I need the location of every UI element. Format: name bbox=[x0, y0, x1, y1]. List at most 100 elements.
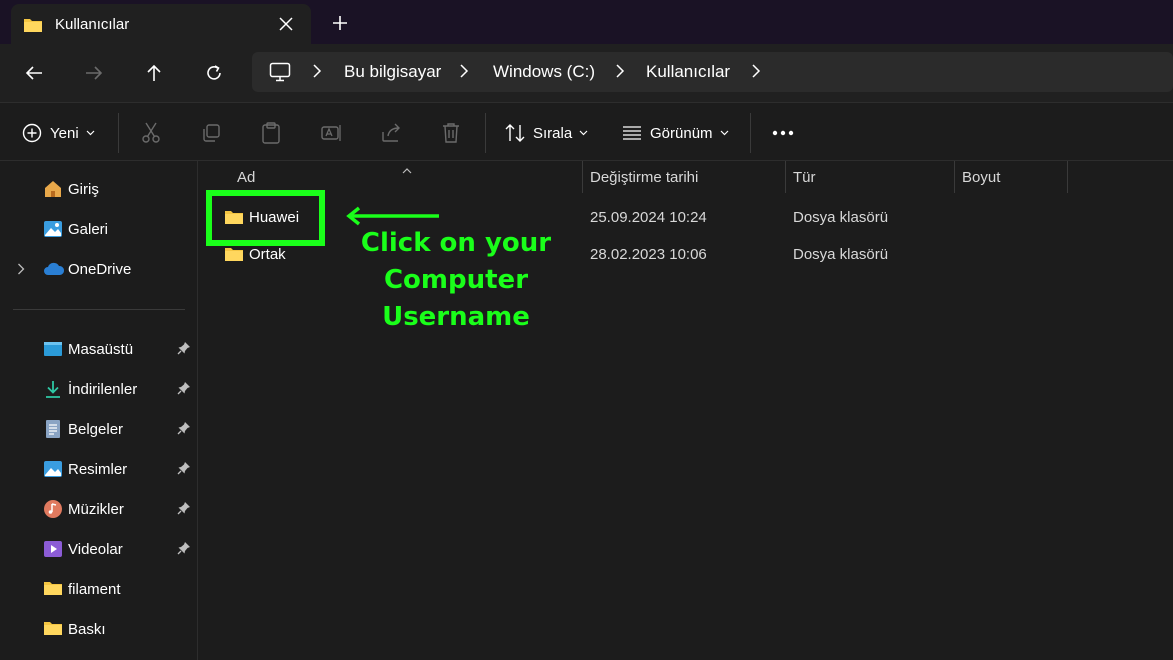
chevron-down-icon bbox=[720, 130, 728, 136]
plus-circle-icon bbox=[22, 123, 42, 143]
column-divider[interactable] bbox=[785, 161, 786, 193]
back-button[interactable] bbox=[19, 58, 49, 88]
annotation-line: Computer bbox=[383, 265, 529, 295]
back-arrow-icon bbox=[25, 66, 42, 80]
sidebar-item-baski[interactable]: Baskı bbox=[0, 609, 197, 649]
chevron-right-icon[interactable] bbox=[312, 64, 322, 83]
annotation-line: Username bbox=[382, 302, 530, 332]
document-icon bbox=[43, 419, 63, 439]
share-button[interactable] bbox=[381, 121, 403, 145]
toolbar-divider bbox=[485, 113, 486, 153]
sidebar-item-documents[interactable]: Belgeler bbox=[0, 409, 197, 449]
sidebar-item-pictures[interactable]: Resimler bbox=[0, 449, 197, 489]
sidebar-item-videos[interactable]: Videolar bbox=[0, 529, 197, 569]
sidebar-item-label: Müzikler bbox=[68, 501, 124, 518]
chevron-right-icon[interactable] bbox=[17, 262, 25, 280]
chevron-right-icon[interactable] bbox=[751, 64, 761, 83]
refresh-icon bbox=[207, 65, 221, 80]
annotation-text: Click on your Computer Username bbox=[356, 225, 556, 336]
sort-button[interactable]: Sırala bbox=[505, 121, 588, 145]
toolbar-divider bbox=[118, 113, 119, 153]
breadcrumb-drive-c[interactable]: Windows (C:) bbox=[493, 62, 595, 82]
scissors-icon bbox=[142, 122, 160, 143]
paste-button[interactable] bbox=[261, 121, 281, 145]
address-bar[interactable]: Bu bilgisayar Windows (C:) Kullanıcılar bbox=[252, 52, 1173, 92]
cloud-icon bbox=[43, 259, 65, 279]
pin-icon[interactable] bbox=[177, 341, 191, 360]
rename-button[interactable] bbox=[321, 121, 343, 145]
sidebar-item-filament[interactable]: filament bbox=[0, 569, 197, 609]
delete-button[interactable] bbox=[441, 121, 461, 145]
folder-icon bbox=[43, 619, 63, 639]
table-row[interactable]: Ortak 28.02.2023 10:06 Dosya klasörü bbox=[207, 236, 1167, 272]
download-icon bbox=[43, 379, 63, 399]
pin-icon[interactable] bbox=[177, 381, 191, 400]
sidebar-item-label: Resimler bbox=[68, 461, 128, 478]
breadcrumb-this-pc[interactable]: Bu bilgisayar bbox=[344, 62, 441, 82]
sort-icon bbox=[505, 124, 525, 142]
sidebar-item-desktop[interactable]: Masaüstü bbox=[0, 329, 197, 369]
new-button[interactable]: Yeni bbox=[22, 121, 95, 145]
folder-icon bbox=[224, 246, 244, 267]
pictures-icon bbox=[43, 459, 63, 479]
more-options-button[interactable] bbox=[772, 121, 794, 145]
sidebar-item-gallery[interactable]: Galeri bbox=[0, 209, 197, 249]
chevron-right-icon[interactable] bbox=[459, 64, 469, 83]
chevron-right-icon[interactable] bbox=[615, 64, 625, 83]
up-arrow-icon bbox=[147, 64, 161, 81]
music-icon bbox=[43, 499, 63, 519]
file-modified: 28.02.2023 10:06 bbox=[590, 246, 707, 263]
video-icon bbox=[43, 539, 63, 559]
pin-icon[interactable] bbox=[177, 541, 191, 560]
close-icon bbox=[279, 17, 293, 31]
up-button[interactable] bbox=[139, 58, 169, 88]
chevron-down-icon bbox=[579, 130, 588, 136]
desktop-icon bbox=[43, 339, 63, 359]
column-divider[interactable] bbox=[582, 161, 583, 193]
close-tab-button[interactable] bbox=[274, 12, 298, 36]
sidebar-item-home[interactable]: Giriş bbox=[0, 169, 197, 209]
sidebar-item-label: Galeri bbox=[68, 221, 109, 238]
tab-kullanicilar[interactable]: Kullanıcılar bbox=[11, 4, 311, 44]
forward-button[interactable] bbox=[79, 58, 109, 88]
sidebar-item-label: OneDrive bbox=[68, 261, 132, 278]
sidebar-item-downloads[interactable]: İndirilenler bbox=[0, 369, 197, 409]
title-bar: Kullanıcılar bbox=[0, 0, 1173, 44]
plus-icon bbox=[333, 16, 347, 30]
file-type: Dosya klasörü bbox=[793, 209, 889, 226]
new-tab-button[interactable] bbox=[327, 10, 353, 36]
folder-icon bbox=[43, 579, 63, 599]
computer-icon bbox=[269, 62, 291, 87]
sidebar-item-label: Giriş bbox=[68, 181, 99, 198]
pin-icon[interactable] bbox=[177, 461, 191, 480]
breadcrumb-users[interactable]: Kullanıcılar bbox=[646, 62, 730, 82]
copy-button[interactable] bbox=[201, 121, 221, 145]
command-bar: Yeni Sırala Görünüm bbox=[0, 102, 1173, 161]
column-divider[interactable] bbox=[1067, 161, 1068, 193]
file-type: Dosya klasörü bbox=[793, 246, 889, 263]
sort-button-label: Sırala bbox=[533, 124, 573, 142]
cut-button[interactable] bbox=[141, 121, 161, 145]
refresh-button[interactable] bbox=[199, 58, 229, 88]
more-icon bbox=[772, 130, 794, 136]
home-icon bbox=[43, 179, 63, 199]
copy-icon bbox=[203, 124, 220, 142]
view-button[interactable]: Görünüm bbox=[622, 121, 729, 145]
sidebar-item-music[interactable]: Müzikler bbox=[0, 489, 197, 529]
column-divider[interactable] bbox=[954, 161, 955, 193]
pin-icon[interactable] bbox=[177, 421, 191, 440]
trash-icon bbox=[443, 123, 459, 143]
column-header-modified[interactable]: Değiştirme tarihi bbox=[590, 169, 698, 186]
column-header-size[interactable]: Boyut bbox=[962, 169, 1000, 186]
file-name[interactable]: Ortak bbox=[249, 246, 286, 263]
sidebar-item-onedrive[interactable]: OneDrive bbox=[0, 249, 197, 289]
sidebar-item-label: Baskı bbox=[68, 621, 106, 638]
folder-icon bbox=[23, 16, 43, 39]
sidebar-item-label: filament bbox=[68, 581, 121, 598]
sidebar-item-label: Belgeler bbox=[68, 421, 124, 438]
list-view-icon bbox=[623, 126, 641, 140]
column-header-type[interactable]: Tür bbox=[793, 169, 816, 186]
file-list: Ad Değiştirme tarihi Tür Boyut Huawei 25… bbox=[199, 161, 1173, 660]
column-header-name[interactable]: Ad bbox=[237, 169, 255, 186]
pin-icon[interactable] bbox=[177, 501, 191, 520]
